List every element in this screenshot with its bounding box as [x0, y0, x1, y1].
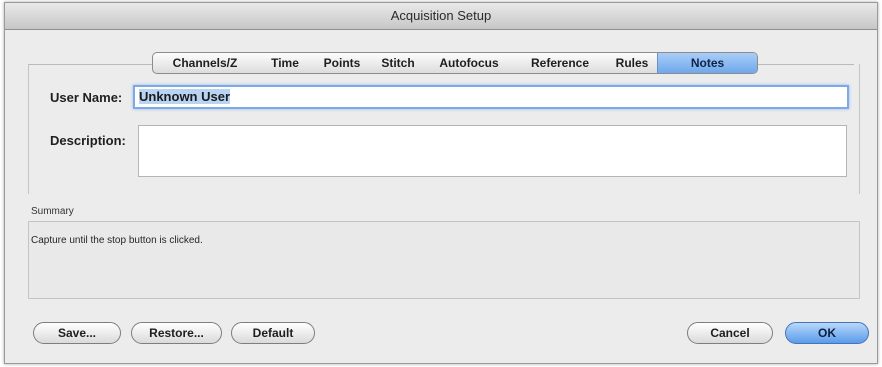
ok-button[interactable]: OK [785, 322, 869, 344]
cancel-button[interactable]: Cancel [687, 322, 773, 344]
save-button[interactable]: Save... [33, 322, 121, 344]
description-textarea[interactable] [138, 125, 847, 177]
description-label: Description: [50, 133, 126, 148]
user-name-label: User Name: [50, 90, 123, 105]
default-button[interactable]: Default [231, 322, 315, 344]
window-title: Acquisition Setup [5, 3, 877, 30]
user-name-value: Unknown User [139, 89, 231, 104]
user-name-input[interactable]: Unknown User [133, 85, 849, 109]
summary-box [28, 221, 860, 299]
summary-text: Capture until the stop button is clicked… [31, 235, 203, 246]
restore-button[interactable]: Restore... [131, 322, 222, 344]
summary-title: Summary [31, 206, 74, 217]
